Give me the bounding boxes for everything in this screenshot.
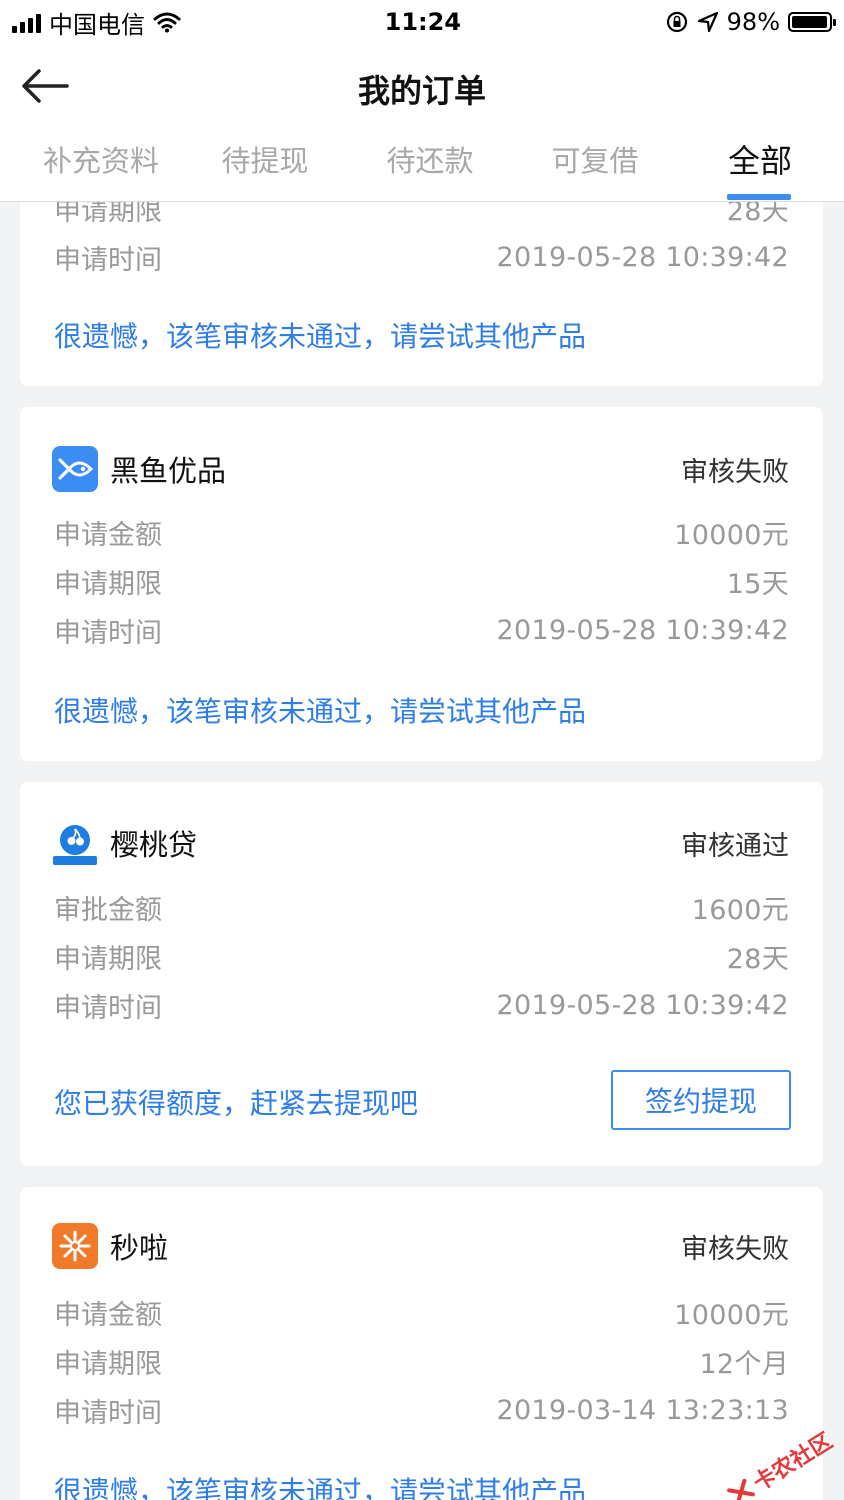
order-row: 申请期限 12个月 — [54, 1341, 789, 1381]
battery-level — [792, 16, 828, 28]
tab-all[interactable]: 全部 — [680, 136, 840, 182]
clock: 11:24 — [384, 8, 462, 36]
order-card[interactable]: 申请期限 28天 申请时间 2019-05-28 10:39:42 很遗憾，该笔… — [20, 202, 823, 386]
row-value: 1600元 — [691, 894, 789, 926]
product-name: 秒啦 — [110, 1231, 169, 1265]
order-status: 审核通过 — [681, 830, 789, 862]
row-label: 申请时间 — [54, 992, 162, 1024]
order-card[interactable]: 樱桃贷 审核通过 审批金额 1600元 申请期限 28天 申请时间 2019-0… — [20, 782, 823, 1166]
row-value: 2019-03-14 13:23:13 — [496, 1394, 789, 1426]
status-bar-left: 中国电信 — [12, 5, 181, 40]
tab-pending-repay[interactable]: 待还款 — [350, 138, 510, 180]
row-label: 申请时间 — [54, 617, 162, 649]
row-value: 10000元 — [674, 1299, 789, 1331]
order-row: 申请时间 2019-03-14 13:23:13 — [54, 1390, 789, 1430]
order-row: 申请金额 10000元 — [54, 1292, 789, 1332]
order-row: 申请期限 15天 — [54, 561, 789, 601]
row-label: 申请时间 — [54, 244, 162, 276]
wifi-icon — [153, 12, 181, 33]
row-label: 申请期限 — [54, 568, 162, 600]
order-card[interactable]: 黑鱼优品 审核失败 申请金额 10000元 申请期限 15天 申请时间 2019… — [20, 407, 823, 761]
tab-pending-withdraw[interactable]: 待提现 — [185, 138, 345, 180]
order-row: 申请期限 28天 — [54, 936, 789, 976]
row-value: 15天 — [726, 568, 789, 600]
battery-icon — [788, 12, 836, 32]
order-list[interactable]: 申请期限 28天 申请时间 2019-05-28 10:39:42 很遗憾，该笔… — [0, 202, 844, 1500]
status-note: 很遗憾，该笔审核未通过，请尝试其他产品 — [54, 695, 587, 728]
order-status: 审核失败 — [681, 1233, 789, 1265]
order-row: 申请期限 28天 — [54, 202, 789, 228]
cherry-logo-icon — [52, 820, 98, 866]
row-label: 申请金额 — [54, 519, 162, 551]
row-label: 申请期限 — [54, 1348, 162, 1380]
card-header: 樱桃贷 审核通过 — [52, 818, 789, 868]
row-value: 28天 — [726, 202, 789, 227]
rotation-lock-icon — [666, 11, 687, 33]
row-value: 28天 — [726, 943, 789, 975]
order-row: 申请时间 2019-05-28 10:39:42 — [54, 985, 789, 1025]
row-label: 审批金额 — [54, 894, 162, 926]
order-row: 申请时间 2019-05-28 10:39:42 — [54, 237, 789, 277]
active-tab-indicator — [727, 194, 791, 200]
row-value: 2019-05-28 10:39:42 — [496, 989, 789, 1021]
row-label: 申请期限 — [54, 202, 162, 227]
order-row: 申请金额 10000元 — [54, 512, 789, 552]
order-row: 审批金额 1600元 — [54, 887, 789, 927]
status-note: 很遗憾，该笔审核未通过，请尝试其他产品 — [54, 1475, 587, 1500]
row-label: 申请期限 — [54, 943, 162, 975]
battery-percent: 98% — [726, 8, 780, 36]
status-bar: 中国电信 11:24 98% — [0, 0, 844, 44]
status-note: 很遗憾，该笔审核未通过，请尝试其他产品 — [54, 320, 587, 353]
order-tabs: 补充资料 待提现 待还款 可复借 全部 — [0, 130, 844, 202]
page-title: 我的订单 — [357, 72, 486, 110]
row-value: 10000元 — [674, 519, 789, 551]
snowflake-logo-icon — [52, 1223, 98, 1269]
status-bar-right: 98% — [665, 8, 836, 36]
tab-supplement-info[interactable]: 补充资料 — [21, 138, 181, 180]
product-name: 黑鱼优品 — [110, 454, 227, 488]
row-value: 12个月 — [699, 1348, 789, 1380]
order-row: 申请时间 2019-05-28 10:39:42 — [54, 610, 789, 650]
tab-reborrow[interactable]: 可复借 — [515, 138, 675, 180]
signal-icon — [12, 11, 41, 33]
row-value: 2019-05-28 10:39:42 — [496, 614, 789, 646]
row-value: 2019-05-28 10:39:42 — [496, 241, 789, 273]
carrier-label: 中国电信 — [49, 10, 145, 39]
order-card[interactable]: 秒啦 审核失败 申请金额 10000元 申请期限 12个月 申请时间 2019-… — [20, 1187, 823, 1500]
product-name: 樱桃贷 — [110, 828, 198, 862]
order-status: 审核失败 — [681, 456, 789, 488]
row-label: 申请时间 — [54, 1397, 162, 1429]
navigation-bar: 我的订单 — [0, 44, 844, 130]
fish-logo-icon — [52, 446, 98, 492]
sign-withdraw-button[interactable]: 签约提现 — [611, 1070, 791, 1130]
location-arrow-icon — [697, 11, 718, 33]
status-note: 您已获得额度，赶紧去提现吧 — [54, 1087, 419, 1120]
card-header: 黑鱼优品 审核失败 — [52, 444, 789, 494]
row-label: 申请金额 — [54, 1299, 162, 1331]
card-header: 秒啦 审核失败 — [52, 1221, 789, 1271]
